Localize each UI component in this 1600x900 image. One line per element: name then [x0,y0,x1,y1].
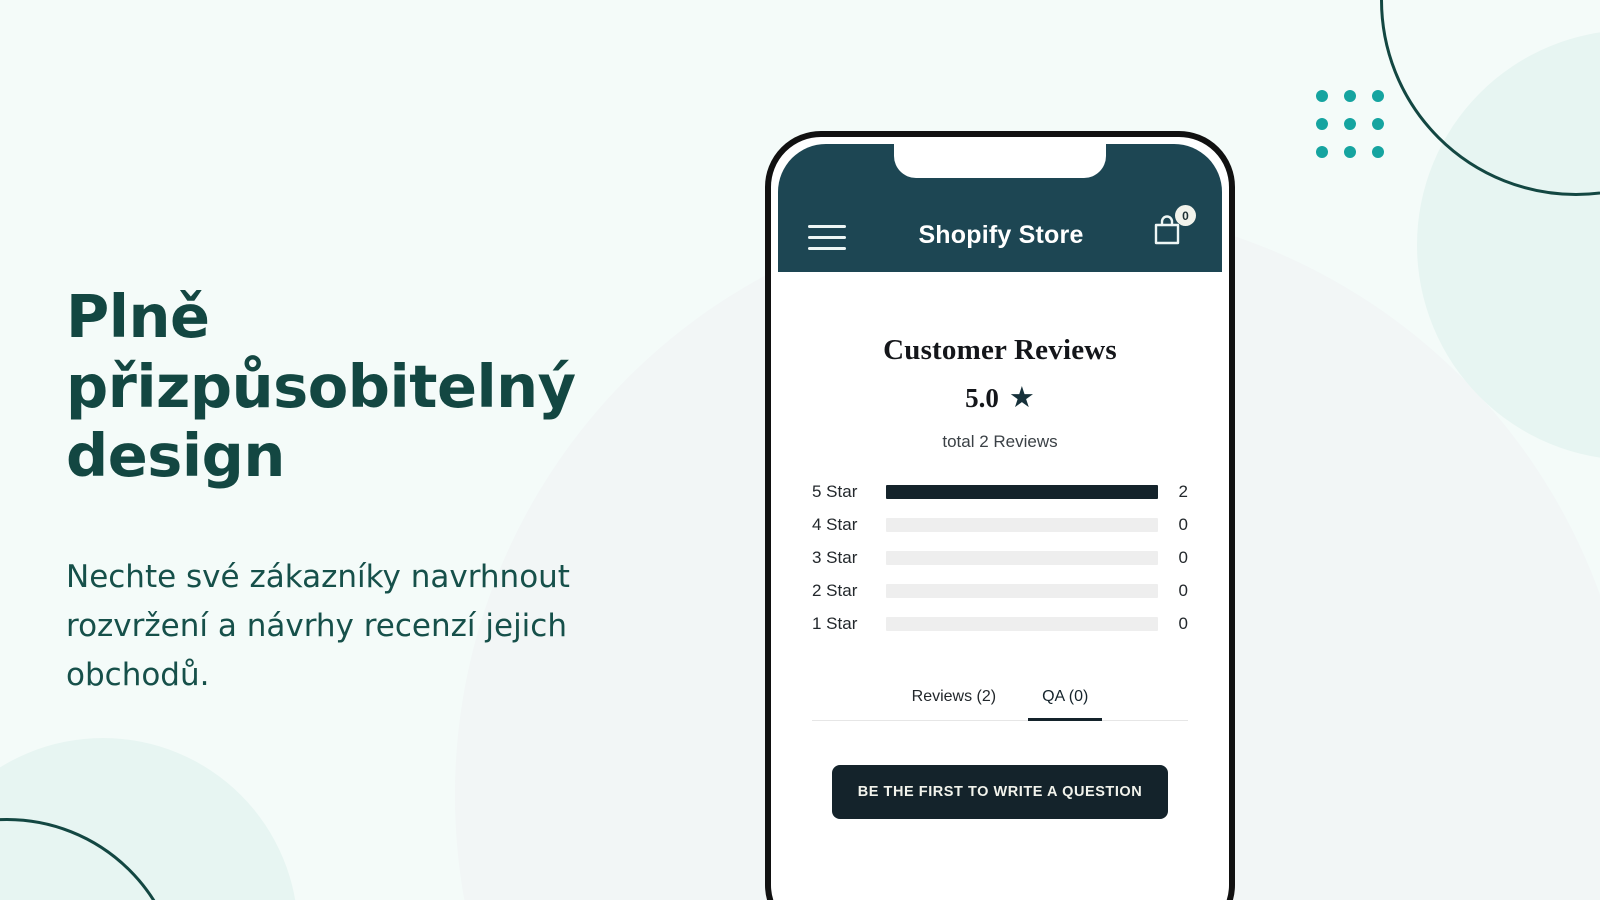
rating-row-label: 1 Star [812,614,858,633]
rating-bar-track [886,518,1158,532]
rating-breakdown: 5 Star 2 4 Star 0 3 Star 0 2 Star 0 1 Star 0 [812,482,1188,634]
rating-row[interactable]: 4 Star 0 [812,515,1188,535]
rating-row[interactable]: 5 Star 2 [812,482,1188,502]
store-title: Shopify Store [918,221,1084,249]
page-title: Plně přizpůsobitelný design [66,282,576,491]
customer-reviews-panel: Customer Reviews 5.0 ★ total 2 Reviews 5… [778,272,1222,819]
total-reviews-label: total 2 Reviews [942,432,1058,451]
phone-mockup: Shopify Store 0 Customer Reviews 5.0 ★ t… [765,131,1235,900]
score-value: 5.0 [965,383,999,413]
rating-bar-track [886,485,1158,499]
cta-wrapper: BE THE FIRST TO WRITE A QUESTION [812,765,1188,819]
tab-reviews[interactable]: Reviews (2) [898,682,1010,721]
rating-row-label: 4 Star [812,515,858,534]
rating-row-label: 5 Star [812,482,858,501]
rating-row[interactable]: 1 Star 0 [812,614,1188,634]
rating-row-count: 0 [1178,614,1188,633]
decorative-circle-filled-bottom-left [0,738,298,900]
reviews-heading: Customer Reviews [883,334,1117,366]
rating-bar-track [886,584,1158,598]
phone-screen: Shopify Store 0 Customer Reviews 5.0 ★ t… [778,144,1222,900]
rating-row-label: 3 Star [812,548,858,567]
rating-row[interactable]: 2 Star 0 [812,581,1188,601]
reviews-tabs: Reviews (2) QA (0) [812,682,1188,721]
rating-bar-track [886,551,1158,565]
write-question-button[interactable]: BE THE FIRST TO WRITE A QUESTION [831,765,1169,819]
app-header: Shopify Store 0 [778,144,1222,272]
decorative-circle-filled-top-right [1417,30,1600,460]
decorative-circle-outline-bottom-left [0,818,182,900]
hero-copy: Plně přizpůsobitelný design Nechte své z… [66,282,706,700]
hero-slide: Plně přizpůsobitelný design Nechte své z… [0,0,1600,900]
average-score: 5.0 ★ [812,383,1188,414]
decorative-circle-outline-top-right [1380,0,1600,196]
cart-count-badge: 0 [1175,205,1196,226]
phone-notch [894,144,1106,178]
rating-row-count: 0 [1178,548,1188,567]
cart-button[interactable]: 0 [1148,205,1196,250]
rating-row-count: 2 [1178,482,1188,501]
rating-bar-track [886,617,1158,631]
rating-row-count: 0 [1178,515,1188,534]
rating-bar-fill [886,485,1158,499]
dot-grid-icon [1316,90,1384,158]
star-icon: ★ [1008,382,1035,414]
rating-row-count: 0 [1178,581,1188,600]
tab-qa[interactable]: QA (0) [1028,682,1103,721]
rating-row-label: 2 Star [812,581,858,600]
hamburger-icon[interactable] [808,225,846,250]
hero-subtitle: Nechte své zákazníky navrhnout rozvržení… [66,558,570,693]
rating-row[interactable]: 3 Star 0 [812,548,1188,568]
